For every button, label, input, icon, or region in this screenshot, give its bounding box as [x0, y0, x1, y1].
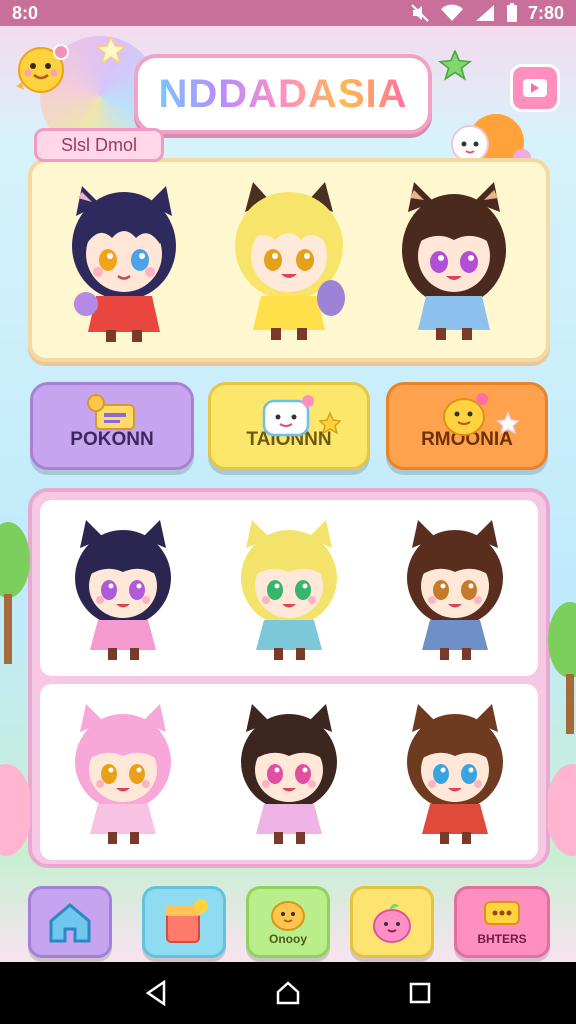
featured-section-tag[interactable]: Slsl Dmol — [34, 128, 164, 162]
green-star-icon — [438, 50, 472, 81]
grid-character-cell[interactable] — [206, 684, 372, 860]
wifi-icon — [440, 4, 463, 21]
battery-icon — [506, 3, 517, 22]
back-icon — [145, 980, 166, 1006]
featured-character-3[interactable] — [384, 168, 524, 344]
grid-character-1 — [75, 520, 171, 660]
tree-left-icon — [0, 522, 30, 664]
grid-character-2 — [241, 520, 337, 660]
status-icons: 7:80 — [410, 3, 564, 24]
category-button-3[interactable]: RMOONIA — [386, 382, 548, 470]
cloud-face-icon — [262, 395, 342, 437]
mail-icon — [87, 394, 135, 430]
chick-icon — [443, 393, 520, 436]
app-title-text: NDDADASIA — [158, 71, 408, 116]
system-nav-bar — [0, 962, 576, 1024]
grid-character-cell[interactable] — [206, 500, 372, 676]
chick-mascot-icon[interactable] — [12, 42, 70, 96]
featured-character-1[interactable] — [54, 168, 194, 344]
heart-balloon-icon — [0, 764, 30, 856]
status-bar: 8:0 7:80 — [0, 0, 576, 26]
featured-tag-label: Slsl Dmol — [60, 134, 137, 155]
recents-icon — [409, 982, 431, 1004]
grid-character-5 — [241, 704, 337, 844]
ticket-icon — [523, 79, 547, 97]
app-header: NDDADASIA — [0, 26, 576, 188]
category-button-2[interactable]: TAIONNN — [208, 382, 370, 470]
star-decoration-icon — [96, 36, 126, 65]
category-button-1[interactable]: POKONN — [30, 382, 194, 470]
mute-icon — [411, 4, 429, 22]
recents-button[interactable] — [390, 968, 450, 1018]
grid-character-6 — [407, 704, 503, 844]
grid-character-4 — [75, 704, 171, 844]
grid-character-3 — [407, 520, 503, 660]
nav-label-5: BHTERS — [477, 932, 527, 946]
nav-home-button[interactable] — [28, 886, 112, 958]
home-icon — [49, 903, 91, 943]
chick-icon — [271, 901, 305, 931]
bottom-nav: Onooy BHTERS — [0, 880, 576, 962]
shop-bag-icon — [165, 899, 208, 943]
grid-character-cell[interactable] — [372, 684, 538, 860]
grid-character-cell[interactable] — [40, 684, 206, 860]
nav-pet-button[interactable]: Onooy — [246, 886, 330, 958]
status-time-right: 7:80 — [527, 2, 564, 23]
chat-icon — [484, 901, 520, 925]
status-time-left: 8:0 — [12, 2, 39, 23]
grid-character-cell[interactable] — [372, 500, 538, 676]
signal-icon — [475, 5, 494, 21]
nav-label-3: Onooy — [269, 932, 307, 946]
nav-shop-button[interactable] — [142, 886, 226, 958]
heart-balloon-right-icon — [548, 764, 576, 856]
home-system-icon — [276, 981, 300, 1005]
featured-character-2[interactable] — [219, 168, 359, 344]
nav-chat-button[interactable]: BHTERS — [454, 886, 550, 958]
app-title: NDDADASIA — [134, 54, 432, 134]
back-button[interactable] — [126, 968, 186, 1018]
grid-character-cell[interactable] — [40, 500, 206, 676]
tree-right-icon — [548, 602, 576, 734]
character-grid — [40, 500, 538, 856]
pet-icon — [373, 903, 411, 943]
character-grid-panel — [28, 488, 550, 868]
home-system-button[interactable] — [258, 968, 318, 1018]
featured-panel — [28, 158, 550, 362]
nav-friends-button[interactable] — [350, 886, 434, 958]
